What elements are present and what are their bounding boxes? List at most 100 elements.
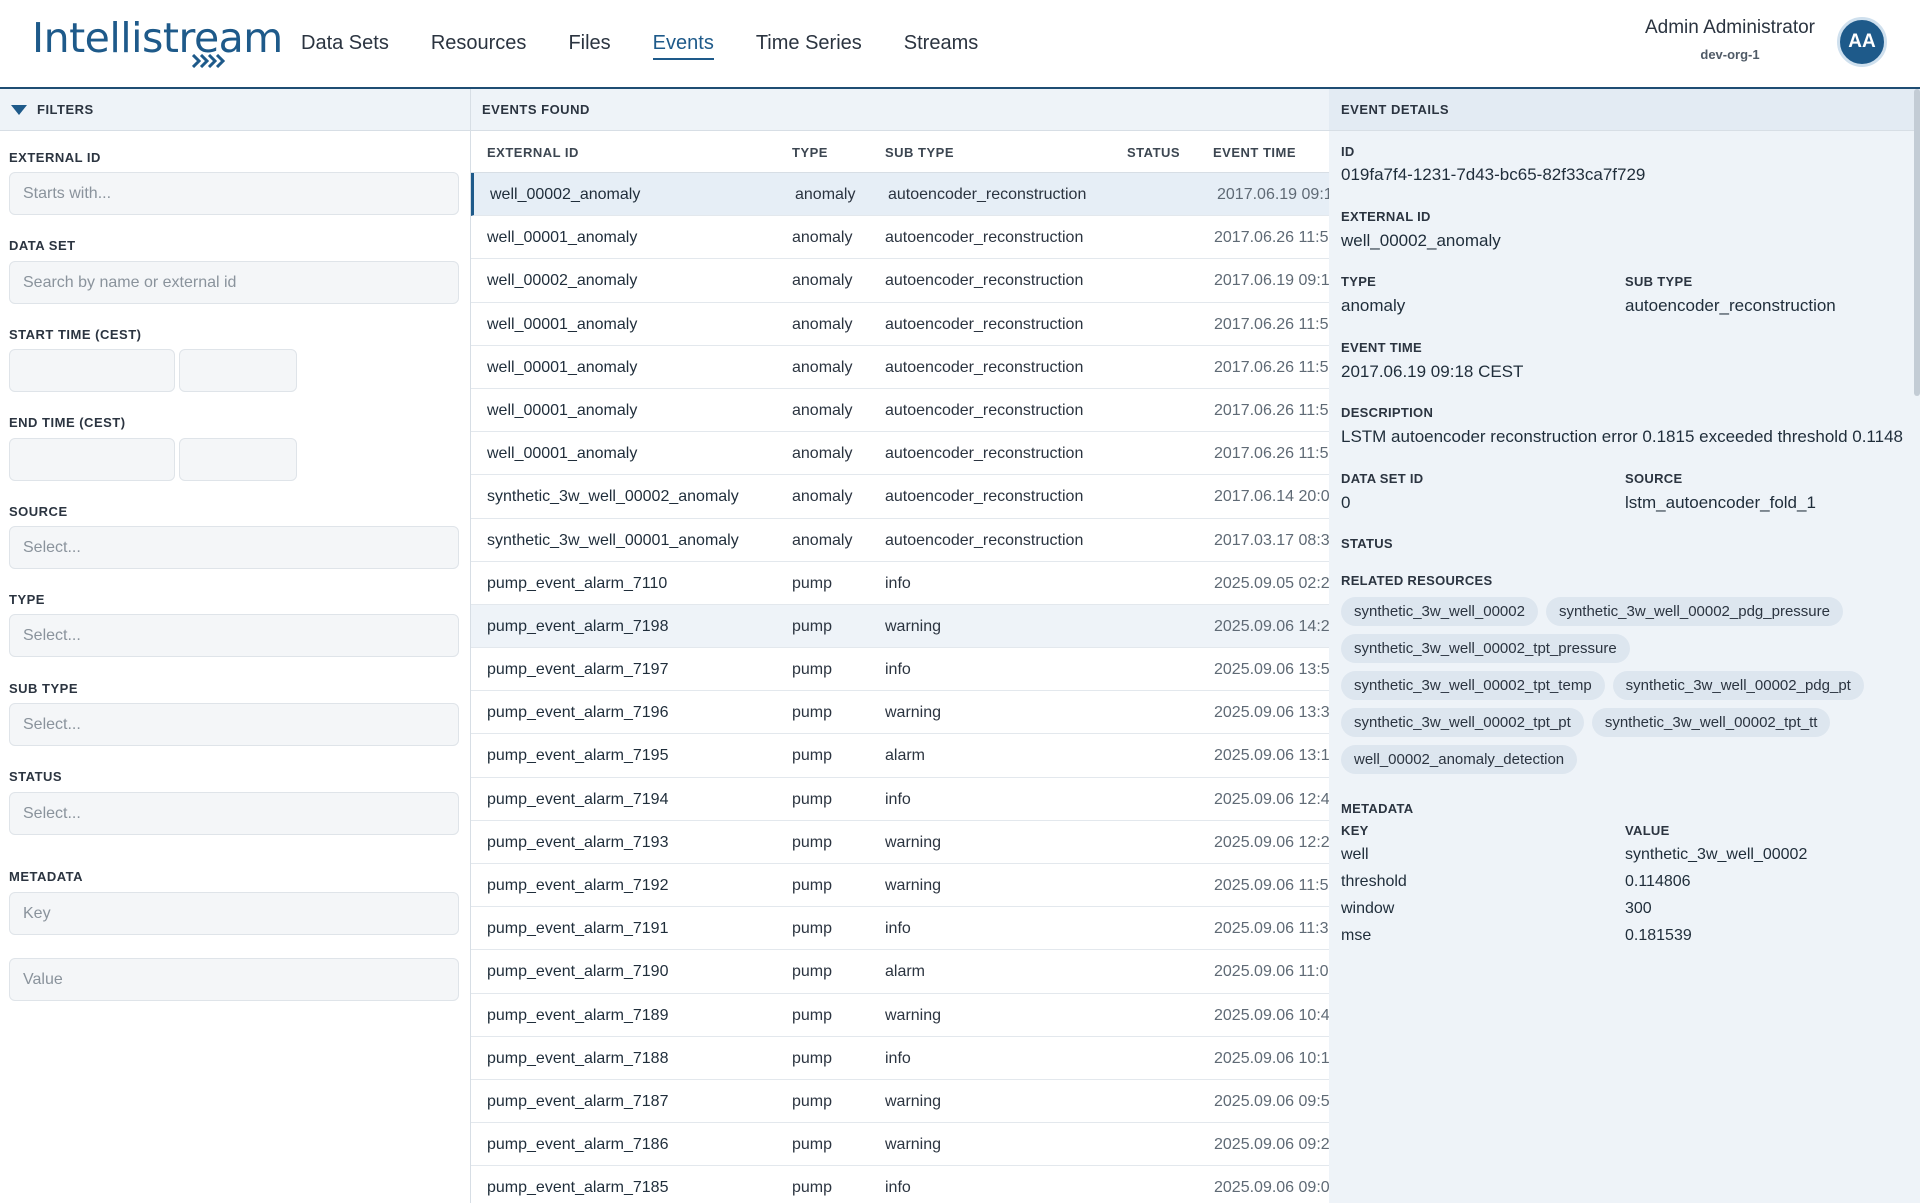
- type-select[interactable]: Select...: [9, 614, 459, 657]
- events-table-body: well_00002_anomaly anomaly autoencoder_rec…: [471, 173, 1329, 1203]
- metadata-label: METADATA: [9, 869, 84, 884]
- avatar[interactable]: AA: [1837, 17, 1887, 67]
- related-resources-label: RELATED RESOURCES: [1341, 573, 1493, 588]
- related-resource-chip[interactable]: synthetic_3w_well_00002_tpt_pressure: [1341, 634, 1630, 663]
- table-row[interactable]: well_00002_anomaly anomaly autoencoder_rec…: [471, 259, 1329, 303]
- col-type[interactable]: TYPE: [792, 145, 828, 160]
- event-time-value: 2017.06.19 09:18 CEST: [1341, 362, 1524, 381]
- related-resource-chip[interactable]: synthetic_3w_well_00002_tpt_temp: [1341, 671, 1605, 700]
- table-row[interactable]: well_00001_anomaly anomaly autoencoder_rec…: [471, 216, 1329, 260]
- table-row[interactable]: pump_event_alarm_7185 pump info 2025.09.06 …: [471, 1166, 1329, 1203]
- cell-external-id: pump_event_alarm_7110: [487, 574, 668, 592]
- table-row[interactable]: synthetic_3w_well_00002_anomaly anomaly au…: [471, 475, 1329, 519]
- table-row[interactable]: well_00001_anomaly anomaly autoencoder_rec…: [471, 432, 1329, 476]
- sub-type-select[interactable]: Select...: [9, 703, 459, 746]
- col-external-id[interactable]: EXTERNAL ID: [487, 145, 579, 160]
- start-time-input[interactable]: [179, 349, 297, 392]
- col-event-time[interactable]: EVENT TIME: [1213, 145, 1296, 160]
- metadata-key: well: [1341, 846, 1369, 863]
- nav-streams[interactable]: Streams: [904, 26, 978, 61]
- cell-type: pump: [792, 920, 833, 938]
- external-id-input[interactable]: Starts with...: [9, 172, 459, 215]
- cell-external-id: pump_event_alarm_7186: [487, 1136, 669, 1154]
- nav-data-sets[interactable]: Data Sets: [301, 26, 389, 61]
- cell-sub-type: autoencoder_reconstruction: [885, 531, 1084, 549]
- table-row[interactable]: pump_event_alarm_7197 pump info 2025.09.06 …: [471, 648, 1329, 692]
- table-row[interactable]: pump_event_alarm_7192 pump warning 2025.09.…: [471, 864, 1329, 908]
- table-row[interactable]: pump_event_alarm_7195 pump alarm 2025.09.06…: [471, 734, 1329, 778]
- cell-sub-type: info: [885, 920, 911, 938]
- page-scrollbar[interactable]: [1914, 89, 1920, 396]
- table-row[interactable]: pump_event_alarm_7193 pump warning 2025.09.…: [471, 821, 1329, 864]
- external-id-label: EXTERNAL ID: [9, 150, 101, 165]
- cell-event-time: 2017.06.26 11:5: [1214, 229, 1329, 247]
- table-row[interactable]: well_00002_anomaly anomaly autoencoder_rec…: [471, 173, 1329, 217]
- events-panel: EVENTS FOUND EXTERNAL ID TYPE SUB TYPE S…: [471, 89, 1329, 1203]
- related-resource-chip[interactable]: synthetic_3w_well_00002_tpt_pt: [1341, 708, 1584, 737]
- table-row[interactable]: pump_event_alarm_7194 pump info 2025.09.06 …: [471, 778, 1329, 821]
- cell-event-time: 2025.09.06 09:0: [1214, 1179, 1329, 1197]
- cell-sub-type: autoencoder_reconstruction: [885, 315, 1084, 333]
- end-time-input[interactable]: [179, 438, 297, 481]
- app-header: Intellistream Data Sets Resources Files Eve…: [0, 0, 1920, 89]
- intellistream-logo[interactable]: Intellistream: [32, 14, 283, 72]
- metadata-key-input[interactable]: Key: [9, 892, 459, 935]
- source-select[interactable]: Select...: [9, 526, 459, 569]
- cell-type: pump: [792, 1136, 833, 1154]
- nav-resources[interactable]: Resources: [431, 26, 527, 61]
- col-sub-type[interactable]: SUB TYPE: [885, 145, 954, 160]
- table-row[interactable]: well_00001_anomaly anomaly autoencoder_rec…: [471, 346, 1329, 389]
- cell-external-id: pump_event_alarm_7190: [487, 963, 669, 981]
- user-name: Admin Administrator: [1644, 17, 1815, 38]
- table-row[interactable]: well_00001_anomaly anomaly autoencoder_rec…: [471, 389, 1329, 433]
- metadata-key: mse: [1341, 927, 1372, 944]
- cell-sub-type: warning: [885, 1006, 942, 1024]
- filters-header: FILTERS: [0, 89, 470, 131]
- end-date-input[interactable]: [9, 438, 175, 481]
- nav-time-series[interactable]: Time Series: [756, 26, 862, 61]
- related-resource-chip[interactable]: synthetic_3w_well_00002: [1341, 597, 1538, 626]
- cell-sub-type: autoencoder_reconstruction: [885, 229, 1084, 247]
- data-set-id-label: DATA SET ID: [1341, 471, 1424, 486]
- table-row[interactable]: pump_event_alarm_7110 pump info 2025.09.05 …: [471, 562, 1329, 605]
- cell-event-time: 2017.06.19 09:1: [1217, 186, 1329, 203]
- description-label: DESCRIPTION: [1341, 405, 1434, 420]
- nav-files[interactable]: Files: [568, 26, 610, 61]
- id-value: 019fa7f4-1231-7d43-bc65-82f33ca7f729: [1341, 165, 1646, 184]
- user-info[interactable]: Admin Administrator dev-org-1: [1645, 17, 1815, 62]
- sub-type-label: SUB TYPE: [1625, 274, 1693, 289]
- metadata-value-input[interactable]: Value: [9, 958, 459, 1001]
- table-row[interactable]: pump_event_alarm_7198 pump warning 2025.09.…: [471, 604, 1329, 649]
- status-select[interactable]: Select...: [9, 792, 459, 835]
- table-row[interactable]: pump_event_alarm_7188 pump info 2025.09.06 …: [471, 1037, 1329, 1080]
- data-set-input[interactable]: Search by name or external id: [9, 261, 459, 304]
- nav-events[interactable]: Events: [652, 26, 714, 61]
- cell-type: pump: [792, 617, 833, 635]
- table-row[interactable]: pump_event_alarm_7187 pump warning 2025.09.…: [471, 1080, 1329, 1124]
- cell-external-id: pump_event_alarm_7193: [487, 833, 669, 851]
- col-status[interactable]: STATUS: [1127, 145, 1180, 160]
- cell-event-time: 2025.09.06 10:1: [1214, 1049, 1329, 1067]
- table-row[interactable]: pump_event_alarm_7191 pump info 2025.09.06 …: [471, 907, 1329, 951]
- related-resource-chip[interactable]: synthetic_3w_well_00002_pdg_pressure: [1545, 597, 1843, 626]
- table-row[interactable]: pump_event_alarm_7196 pump warning 2025.09.…: [471, 691, 1329, 735]
- table-row[interactable]: well_00001_anomaly anomaly autoencoder_rec…: [471, 303, 1329, 346]
- related-resource-chip[interactable]: well_00002_anomaly_detection: [1341, 745, 1578, 774]
- cell-event-time: 2025.09.06 09:5: [1214, 1092, 1329, 1110]
- cell-sub-type: warning: [885, 617, 942, 635]
- details-header: EVENT DETAILS: [1329, 89, 1920, 131]
- logo-text: Intellistream: [32, 14, 283, 62]
- table-row[interactable]: synthetic_3w_well_00001_anomaly anomaly au…: [471, 519, 1329, 562]
- table-row[interactable]: pump_event_alarm_7190 pump alarm 2025.09.06…: [471, 950, 1329, 994]
- type-value: anomaly: [1341, 296, 1406, 315]
- start-date-input[interactable]: [9, 349, 175, 392]
- type-label: TYPE: [1341, 274, 1377, 289]
- data-set-label: DATA SET: [9, 238, 76, 253]
- related-resource-chip[interactable]: synthetic_3w_well_00002_pdg_pt: [1612, 671, 1864, 700]
- table-row[interactable]: pump_event_alarm_7186 pump warning 2025.09.…: [471, 1123, 1329, 1167]
- cell-event-time: 2017.06.26 11:5: [1214, 445, 1329, 463]
- table-row[interactable]: pump_event_alarm_7189 pump warning 2025.09.…: [471, 994, 1329, 1037]
- related-resource-chip[interactable]: synthetic_3w_well_00002_tpt_tt: [1591, 708, 1831, 737]
- cell-sub-type: autoencoder_reconstruction: [885, 358, 1084, 376]
- metadata-label: METADATA: [1341, 801, 1414, 816]
